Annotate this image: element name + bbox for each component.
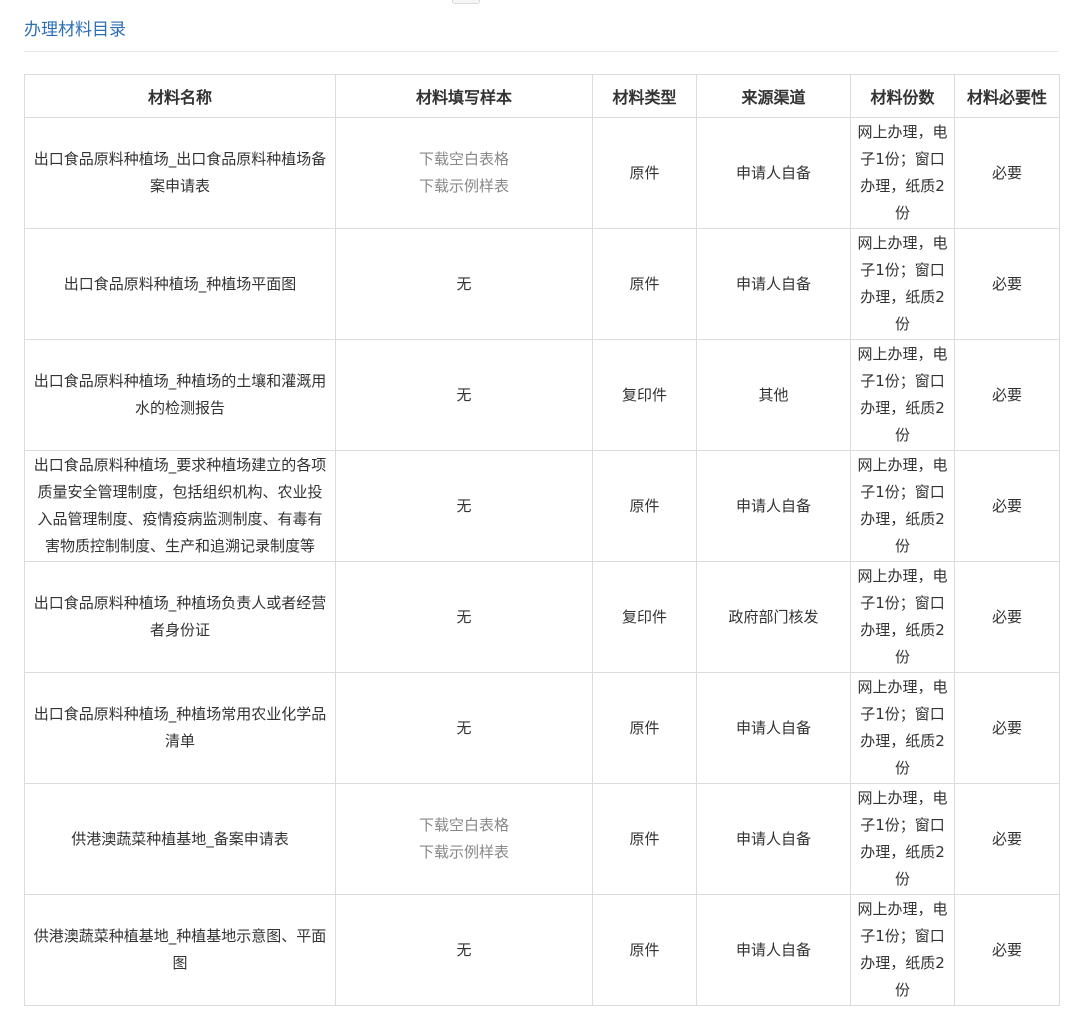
necessity-cell: 必要 [954,228,1060,340]
header-type: 材料类型 [592,74,697,118]
necessity-cell: 必要 [954,672,1060,784]
material-type-cell: 原件 [592,228,697,340]
sample-cell: 下载空白表格 下载示例样表 [335,117,593,229]
header-material-name: 材料名称 [24,74,336,118]
sample-cell: 无 [335,894,593,1006]
header-sample: 材料填写样本 [335,74,593,118]
source-cell: 申请人自备 [696,117,851,229]
source-cell: 政府部门核发 [696,561,851,673]
copies-cell: 网上办理，电子1份；窗口办理，纸质2份 [850,228,955,340]
necessity-cell: 必要 [954,339,1060,451]
material-name-cell: 出口食品原料种植场_种植场的土壤和灌溉用水的检测报告 [24,339,336,451]
necessity-cell: 必要 [954,450,1060,562]
sample-none-text: 无 [456,496,472,515]
section-header: 办理材料目录 [24,0,1058,52]
necessity-cell: 必要 [954,561,1060,673]
sample-cell: 无 [335,339,593,451]
table-row: 出口食品原料种植场_出口食品原料种植场备案申请表 下载空白表格 下载示例样表 原件 申请… [24,117,1060,229]
sample-cell: 无 [335,561,593,673]
table-row: 出口食品原料种植场_种植场负责人或者经营者身份证 无 复印件 政府部门核发 网上办理，电… [24,561,1060,673]
table-row: 出口食品原料种植场_种植场常用农业化学品清单 无 原件 申请人自备 网上办理，电子1份；… [24,672,1060,784]
material-name-cell: 出口食品原料种植场_要求种植场建立的各项质量安全管理制度，包括组织机构、农业投入… [24,450,336,562]
sample-cell: 无 [335,672,593,784]
table-row: 出口食品原料种植场_种植场平面图 无 原件 申请人自备 网上办理，电子1份；窗口办理，纸… [24,228,1060,340]
sample-cell: 无 [335,228,593,340]
source-cell: 其他 [696,339,851,451]
header-necessity: 材料必要性 [954,74,1060,118]
material-name-cell: 供港澳蔬菜种植基地_备案申请表 [24,783,336,895]
header-copies: 材料份数 [850,74,955,118]
table-row: 出口食品原料种植场_种植场的土壤和灌溉用水的检测报告 无 复印件 其他 网上办理，电子1… [24,339,1060,451]
material-type-cell: 复印件 [592,561,697,673]
sample-none-text: 无 [456,274,472,293]
header-source: 来源渠道 [696,74,851,118]
download-sample-form-link[interactable]: 下载示例样表 [342,839,586,866]
sample-cell: 无 [335,450,593,562]
copies-cell: 网上办理，电子1份；窗口办理，纸质2份 [850,117,955,229]
copies-cell: 网上办理，电子1份；窗口办理，纸质2份 [850,672,955,784]
sample-none-text: 无 [456,940,472,959]
material-type-cell: 原件 [592,783,697,895]
section-title: 办理材料目录 [24,20,126,40]
download-sample-form-link[interactable]: 下载示例样表 [342,173,586,200]
material-type-cell: 原件 [592,117,697,229]
materials-table: 材料名称 材料填写样本 材料类型 来源渠道 材料份数 材料必要性 出口食品原料种… [24,74,1060,1006]
copies-cell: 网上办理，电子1份；窗口办理，纸质2份 [850,561,955,673]
necessity-cell: 必要 [954,894,1060,1006]
material-name-cell: 出口食品原料种植场_出口食品原料种植场备案申请表 [24,117,336,229]
source-cell: 申请人自备 [696,894,851,1006]
copies-cell: 网上办理，电子1份；窗口办理，纸质2份 [850,894,955,1006]
table-row: 供港澳蔬菜种植基地_备案申请表 下载空白表格 下载示例样表 原件 申请人自备 网上办理，电… [24,783,1060,895]
source-cell: 申请人自备 [696,672,851,784]
material-type-cell: 复印件 [592,339,697,451]
source-cell: 申请人自备 [696,228,851,340]
source-cell: 申请人自备 [696,450,851,562]
material-name-cell: 出口食品原料种植场_种植场平面图 [24,228,336,340]
material-name-cell: 出口食品原料种植场_种植场负责人或者经营者身份证 [24,561,336,673]
table-row: 出口食品原料种植场_要求种植场建立的各项质量安全管理制度，包括组织机构、农业投入… [24,450,1060,562]
copies-cell: 网上办理，电子1份；窗口办理，纸质2份 [850,450,955,562]
copies-cell: 网上办理，电子1份；窗口办理，纸质2份 [850,339,955,451]
sample-cell: 下载空白表格 下载示例样表 [335,783,593,895]
table-body: 出口食品原料种植场_出口食品原料种植场备案申请表 下载空白表格 下载示例样表 原件 申请… [24,117,1060,1006]
material-type-cell: 原件 [592,894,697,1006]
table-header-row: 材料名称 材料填写样本 材料类型 来源渠道 材料份数 材料必要性 [24,74,1060,118]
necessity-cell: 必要 [954,117,1060,229]
material-type-cell: 原件 [592,672,697,784]
table-row: 供港澳蔬菜种植基地_种植基地示意图、平面图 无 原件 申请人自备 网上办理，电子1份；窗… [24,894,1060,1006]
sample-none-text: 无 [456,718,472,737]
source-cell: 申请人自备 [696,783,851,895]
download-blank-form-link[interactable]: 下载空白表格 [342,146,586,173]
material-name-cell: 出口食品原料种植场_种植场常用农业化学品清单 [24,672,336,784]
copies-cell: 网上办理，电子1份；窗口办理，纸质2份 [850,783,955,895]
necessity-cell: 必要 [954,783,1060,895]
sample-none-text: 无 [456,385,472,404]
material-name-cell: 供港澳蔬菜种植基地_种植基地示意图、平面图 [24,894,336,1006]
sample-none-text: 无 [456,607,472,626]
download-blank-form-link[interactable]: 下载空白表格 [342,812,586,839]
material-type-cell: 原件 [592,450,697,562]
